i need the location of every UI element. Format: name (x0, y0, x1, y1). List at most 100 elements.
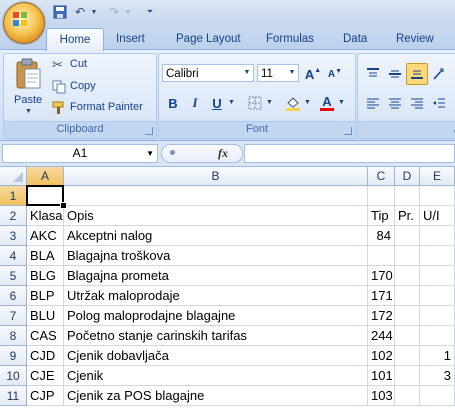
cell-b9[interactable]: Cjenik dobavljača (64, 346, 368, 366)
row-header[interactable]: 8 (0, 326, 27, 346)
font-size-dropdown-icon[interactable]: ▼ (286, 65, 298, 81)
customize-qat-icon[interactable]: ⏷ (142, 4, 158, 20)
cell-b10[interactable]: Cjenik (64, 366, 368, 386)
tab-formulas[interactable]: Formulas (266, 28, 314, 50)
borders-dropdown-icon[interactable]: ▼ (266, 99, 273, 106)
cell-a5[interactable]: BLG (27, 266, 64, 286)
align-top-button[interactable] (362, 63, 384, 85)
grow-font-button[interactable]: A ▲ (302, 63, 324, 85)
row-header[interactable]: 7 (0, 306, 27, 326)
column-header-d[interactable]: D (395, 167, 420, 186)
font-color-dropdown-icon[interactable]: ▼ (338, 99, 345, 106)
cell-d6[interactable] (395, 286, 420, 306)
cell-c10[interactable]: 101 (368, 366, 395, 386)
cell-a4[interactable]: BLA (27, 246, 64, 266)
tab-review[interactable]: Review (396, 28, 434, 50)
cell-e8[interactable] (420, 326, 455, 346)
row-header[interactable]: 11 (0, 386, 27, 406)
column-header-b[interactable]: B (64, 167, 368, 186)
align-bottom-button[interactable] (406, 63, 428, 85)
cell-e6[interactable] (420, 286, 455, 306)
cell-e5[interactable] (420, 266, 455, 286)
cell-b7[interactable]: Polog maloprodajne blagajne (64, 306, 368, 326)
align-middle-button[interactable] (384, 63, 406, 85)
cell-c3[interactable]: 84 (368, 226, 395, 246)
cell-c6[interactable]: 171 (368, 286, 395, 306)
select-all-corner[interactable] (0, 167, 27, 186)
cell-c5[interactable]: 170 (368, 266, 395, 286)
formula-resize-handle-icon[interactable] (170, 150, 175, 155)
cell-b5[interactable]: Blagajna prometa (64, 266, 368, 286)
cell-e7[interactable] (420, 306, 455, 326)
cell-d5[interactable] (395, 266, 420, 286)
cell-b2[interactable]: Opis (64, 206, 368, 226)
cell-a9[interactable]: CJD (27, 346, 64, 366)
cut-button[interactable]: ✂ Cut (52, 57, 152, 73)
insert-function-icon[interactable]: fx (218, 146, 228, 161)
cell-e4[interactable] (420, 246, 455, 266)
cell-d2[interactable]: Pr. (395, 206, 420, 226)
row-header[interactable]: 5 (0, 266, 27, 286)
row-header[interactable]: 6 (0, 286, 27, 306)
formula-input[interactable] (244, 144, 455, 163)
cell-b6[interactable]: Utržak maloprodaje (64, 286, 368, 306)
italic-button[interactable]: I (184, 92, 206, 114)
cell-d4[interactable] (395, 246, 420, 266)
copy-button[interactable]: Copy (52, 79, 152, 95)
cell-c8[interactable]: 244 (368, 326, 395, 346)
cell-a6[interactable]: BLP (27, 286, 64, 306)
cell-c4[interactable] (368, 246, 395, 266)
bold-button[interactable]: B (162, 92, 184, 114)
row-header[interactable]: 9 (0, 346, 27, 366)
align-right-button[interactable] (406, 92, 428, 114)
cell-a3[interactable]: AKC (27, 226, 64, 246)
cell-d10[interactable] (395, 366, 420, 386)
cell-c11[interactable]: 103 (368, 386, 395, 406)
cell-c7[interactable]: 172 (368, 306, 395, 326)
tab-page-layout[interactable]: Page Layout (176, 28, 241, 50)
name-box[interactable]: A1 ▼ (2, 144, 158, 163)
borders-button[interactable] (244, 92, 266, 114)
cell-e2[interactable]: U/I (420, 206, 455, 226)
cell-d11[interactable] (395, 386, 420, 406)
name-box-dropdown-icon[interactable]: ▼ (146, 145, 154, 162)
cell-d7[interactable] (395, 306, 420, 326)
underline-dropdown-icon[interactable]: ▼ (228, 99, 235, 106)
row-header[interactable]: 2 (0, 206, 27, 226)
tab-insert[interactable]: Insert (116, 28, 145, 50)
cell-e11[interactable] (420, 386, 455, 406)
cell-b1[interactable] (64, 186, 368, 206)
cell-b8[interactable]: Početno stanje carinskih tarifas (64, 326, 368, 346)
font-color-button[interactable]: A (316, 92, 338, 114)
column-header-c[interactable]: C (368, 167, 395, 186)
cell-e3[interactable] (420, 226, 455, 246)
font-dialog-launcher-icon[interactable] (344, 127, 352, 135)
row-header[interactable]: 4 (0, 246, 27, 266)
column-header-e[interactable]: E (420, 167, 455, 186)
row-header[interactable]: 1 (0, 186, 27, 206)
orientation-button[interactable] (428, 63, 450, 85)
cell-a10[interactable]: CJE (27, 366, 64, 386)
cell-a2[interactable]: Klasa (27, 206, 64, 226)
cell-a7[interactable]: BLU (27, 306, 64, 326)
shrink-font-button[interactable]: A ▼ (324, 63, 346, 85)
fill-handle[interactable] (60, 202, 67, 209)
cell-e1[interactable] (420, 186, 455, 206)
cell-b3[interactable]: Akceptni nalog (64, 226, 368, 246)
cell-b11[interactable]: Cjenik za POS blagajne (64, 386, 368, 406)
underline-button[interactable]: U (206, 92, 228, 114)
paste-dropdown-icon[interactable]: ▼ (25, 108, 32, 115)
align-left-button[interactable] (362, 92, 384, 114)
cell-e9[interactable]: 1 (420, 346, 455, 366)
cell-c9[interactable]: 102 (368, 346, 395, 366)
align-center-button[interactable] (384, 92, 406, 114)
cell-a8[interactable]: CAS (27, 326, 64, 346)
cell-a11[interactable]: CJP (27, 386, 64, 406)
paste-button[interactable]: Paste ▼ (10, 56, 46, 118)
column-header-a[interactable]: A (27, 167, 64, 186)
cell-e10[interactable]: 3 (420, 366, 455, 386)
cell-d9[interactable] (395, 346, 420, 366)
cell-d1[interactable] (395, 186, 420, 206)
row-header[interactable]: 3 (0, 226, 27, 246)
font-family-dropdown-icon[interactable]: ▼ (241, 65, 253, 81)
